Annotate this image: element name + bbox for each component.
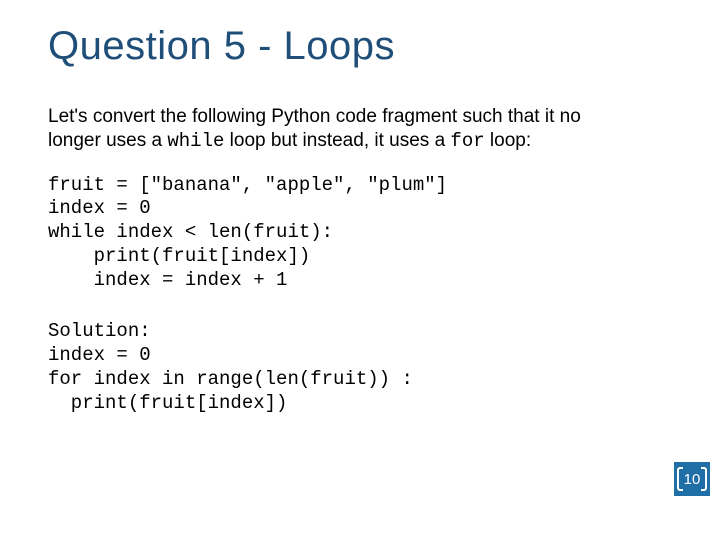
bracket-right-icon [701, 467, 707, 491]
page-number-badge: 10 [674, 462, 710, 496]
slide: Question 5 - Loops Let's convert the fol… [0, 0, 720, 415]
bracket-left-icon [677, 467, 683, 491]
intro-code1: while [167, 130, 224, 152]
solution-block: Solution: index = 0 for index in range(l… [48, 320, 672, 415]
slide-title: Question 5 - Loops [48, 24, 672, 69]
intro-code2: for [450, 130, 484, 152]
page-number: 10 [684, 471, 701, 488]
intro-part2: loop but instead, it uses a [224, 130, 450, 151]
code-fragment: fruit = ["banana", "apple", "plum"] inde… [48, 174, 672, 293]
intro-part3: loop: [485, 130, 531, 151]
intro-text: Let's convert the following Python code … [48, 105, 608, 154]
